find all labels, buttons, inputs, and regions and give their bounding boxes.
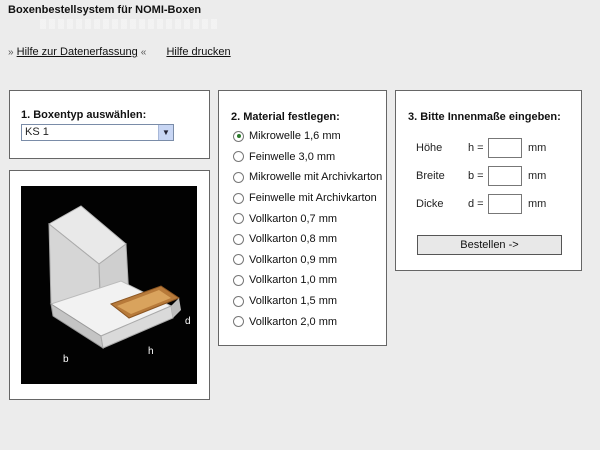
link-suffix-glyph: « xyxy=(140,47,147,58)
dim-label-b: b xyxy=(63,354,69,365)
radio-button[interactable] xyxy=(233,295,244,307)
material-option[interactable]: Vollkarton 1,5 mm xyxy=(233,291,382,312)
width-input[interactable] xyxy=(488,166,522,186)
thickness-input[interactable] xyxy=(488,194,522,214)
material-option-label: Vollkarton 1,5 mm xyxy=(249,295,338,308)
material-option-label: Feinwelle mit Archivkarton xyxy=(249,192,377,205)
link-prefix-glyph: » xyxy=(8,47,14,58)
radio-button[interactable] xyxy=(233,274,244,286)
material-option-label: Vollkarton 0,8 mm xyxy=(249,233,338,246)
material-option[interactable]: Vollkarton 0,9 mm xyxy=(233,250,382,271)
box-type-panel: 1. Boxentyp auswählen: KS 1 ▼ xyxy=(9,90,210,159)
radio-button[interactable] xyxy=(233,233,244,245)
material-option[interactable]: Vollkarton 0,8 mm xyxy=(233,229,382,250)
material-option-label: Mikrowelle mit Archivkarton xyxy=(249,171,383,184)
print-help-link[interactable]: Hilfe drucken xyxy=(166,46,230,58)
material-option[interactable]: Mikrowelle 1,6 mm xyxy=(233,126,382,147)
material-option[interactable]: Vollkarton 2,0 mm xyxy=(233,311,382,332)
material-panel: 2. Material festlegen: Mikrowelle 1,6 mm… xyxy=(218,90,387,346)
dimensions-heading: 3. Bitte Innenmaße eingeben: xyxy=(408,111,561,123)
chevron-down-icon[interactable]: ▼ xyxy=(158,125,173,140)
material-options: Mikrowelle 1,6 mm Feinwelle 3,0 mm Mikro… xyxy=(233,126,382,332)
material-option[interactable]: Vollkarton 1,0 mm xyxy=(233,270,382,291)
help-links: » Hilfe zur Datenerfassung « Hilfe druck… xyxy=(8,46,231,58)
dimension-unit: mm xyxy=(528,142,547,154)
material-option[interactable]: Feinwelle 3,0 mm xyxy=(233,147,382,168)
material-option[interactable]: Vollkarton 0,7 mm xyxy=(233,208,382,229)
dimension-name: Dicke xyxy=(416,198,444,210)
radio-button[interactable] xyxy=(233,192,244,204)
radio-button[interactable] xyxy=(233,130,244,142)
header-ghost-text xyxy=(40,19,220,29)
radio-button[interactable] xyxy=(233,171,244,183)
material-option[interactable]: Mikrowelle mit Archivkarton xyxy=(233,167,382,188)
dimension-row-thickness: Dicke d = mm xyxy=(416,194,576,214)
dimension-row-height: Höhe h = mm xyxy=(416,138,576,158)
header-bar: Boxenbestellsystem für NOMI-Boxen xyxy=(0,0,600,36)
material-option-label: Vollkarton 0,9 mm xyxy=(249,253,338,266)
dimension-unit: mm xyxy=(528,170,547,182)
height-input[interactable] xyxy=(488,138,522,158)
box-illustration xyxy=(48,205,181,350)
dimension-row-width: Breite b = mm xyxy=(416,166,576,186)
box-preview-panel: b h d xyxy=(9,170,210,400)
box-type-selected-value: KS 1 xyxy=(25,126,49,138)
app-title: Boxenbestellsystem für NOMI-Boxen xyxy=(8,4,202,16)
radio-button[interactable] xyxy=(233,316,244,328)
help-data-entry-link[interactable]: Hilfe zur Datenerfassung xyxy=(17,46,138,58)
radio-button[interactable] xyxy=(233,254,244,266)
dimension-unit: mm xyxy=(528,198,547,210)
box-type-select[interactable]: KS 1 ▼ xyxy=(21,124,174,141)
radio-button[interactable] xyxy=(233,213,244,225)
dimensions-panel: 3. Bitte Innenmaße eingeben: Höhe h = mm… xyxy=(395,90,582,271)
dimension-var: d = xyxy=(468,198,484,210)
material-option[interactable]: Feinwelle mit Archivkarton xyxy=(233,188,382,209)
material-option-label: Vollkarton 0,7 mm xyxy=(249,212,338,225)
dimension-name: Höhe xyxy=(416,142,443,154)
dimension-var: b = xyxy=(468,170,484,182)
radio-button[interactable] xyxy=(233,151,244,163)
material-heading: 2. Material festlegen: xyxy=(231,111,340,123)
material-option-label: Vollkarton 2,0 mm xyxy=(249,315,338,328)
order-button[interactable]: Bestellen -> xyxy=(417,235,562,255)
box-type-heading: 1. Boxentyp auswählen: xyxy=(21,109,147,121)
dim-label-d: d xyxy=(185,316,191,327)
dimension-var: h = xyxy=(468,142,484,154)
box-preview-image: b h d xyxy=(21,186,197,384)
dim-label-h: h xyxy=(148,346,154,357)
material-option-label: Vollkarton 1,0 mm xyxy=(249,274,338,287)
material-option-label: Mikrowelle 1,6 mm xyxy=(249,130,341,143)
dimension-name: Breite xyxy=(416,170,445,182)
material-option-label: Feinwelle 3,0 mm xyxy=(249,150,336,163)
